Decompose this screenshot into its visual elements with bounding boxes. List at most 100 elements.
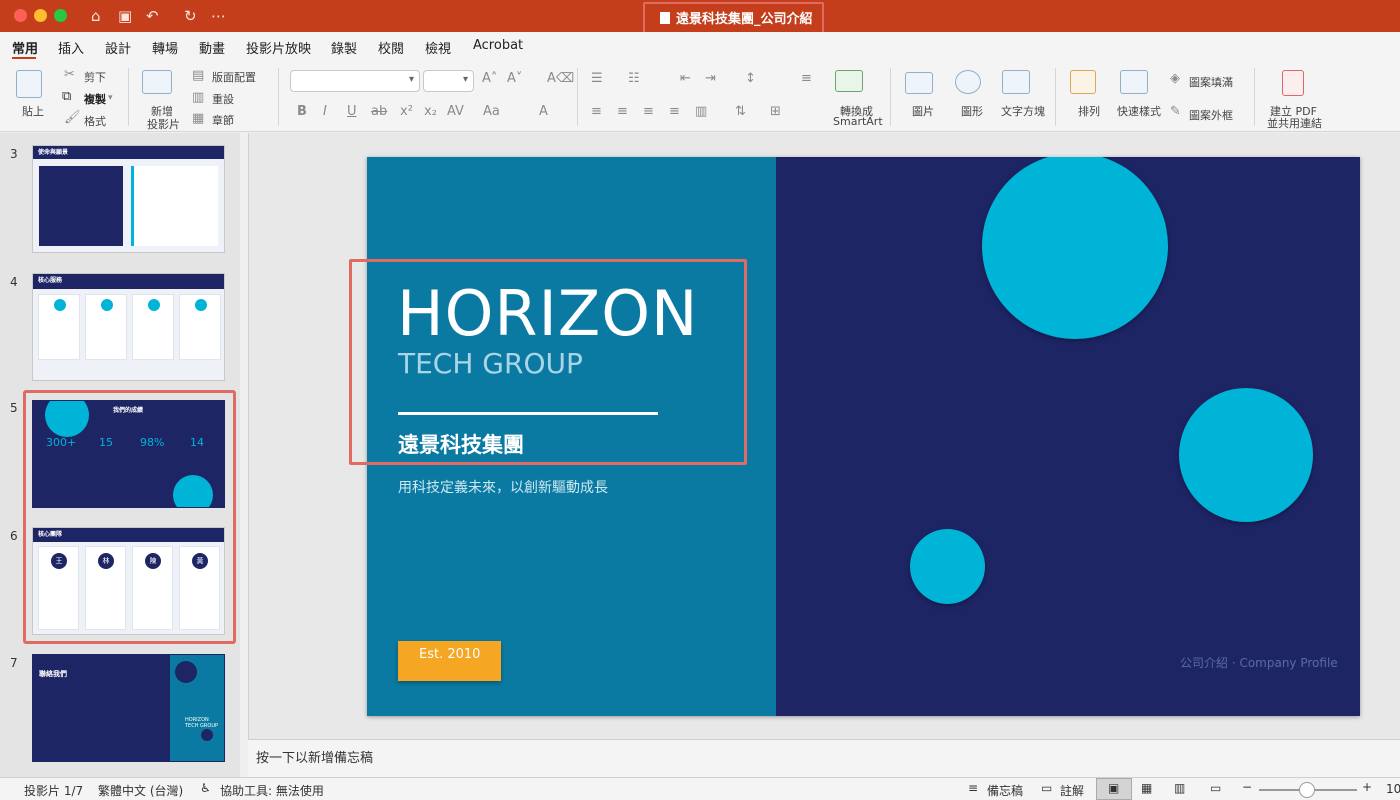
established-badge[interactable]: Est. 2010 <box>398 641 501 681</box>
close-window-button[interactable] <box>14 9 27 22</box>
zoom-slider-thumb[interactable] <box>1299 782 1315 798</box>
reset-button[interactable]: 重設 <box>212 91 234 107</box>
text-direction-icon[interactable]: ⇅ <box>735 105 746 119</box>
shape-outline-button[interactable]: 圖案外框 <box>1189 107 1233 123</box>
copy-button[interactable]: 複製 <box>84 91 106 107</box>
cut-button[interactable]: 剪下 <box>84 69 106 85</box>
decorative-circle-large[interactable] <box>982 157 1168 339</box>
strikethrough-icon[interactable]: ab <box>371 105 387 119</box>
chevron-down-icon[interactable]: ▾ <box>108 91 113 105</box>
font-size-select[interactable]: ▾ <box>423 70 474 92</box>
italic-icon[interactable]: I <box>323 105 327 119</box>
slide-thumbnail-pane[interactable]: 3 使命與願景 4 核心服務 5 我們的成績 300+ 15 98% 14 6 … <box>0 133 240 777</box>
format-painter-icon[interactable]: 🖌 <box>64 111 81 125</box>
tab-view[interactable]: 檢視 <box>425 38 451 57</box>
quick-styles-button[interactable]: 快速樣式 <box>1117 103 1161 119</box>
font-family-select[interactable]: ▾ <box>290 70 420 92</box>
numbering-icon[interactable]: ☷ <box>628 72 640 86</box>
minimize-window-button[interactable] <box>34 9 47 22</box>
language-indicator[interactable]: 繁體中文 (台灣) <box>98 782 183 799</box>
paint-bucket-icon[interactable]: ◈ <box>1170 72 1180 86</box>
bold-icon[interactable]: B <box>297 105 307 119</box>
columns-icon[interactable]: ≡ <box>801 72 812 86</box>
more-icon[interactable]: ⋯ <box>211 6 226 26</box>
tab-insert[interactable]: 插入 <box>58 38 84 57</box>
new-slide-icon[interactable] <box>142 70 172 94</box>
normal-view-button[interactable]: ▣ <box>1096 778 1132 800</box>
decrease-indent-icon[interactable]: ⇤ <box>680 72 691 86</box>
align-right-icon[interactable]: ≡ <box>643 105 654 119</box>
subscript-icon[interactable]: x₂ <box>424 105 437 119</box>
undo-icon[interactable]: ↶ <box>146 6 159 26</box>
new-slide-label-2[interactable]: 投影片 <box>147 116 180 132</box>
quick-styles-icon[interactable] <box>1120 70 1148 94</box>
slide-thumbnail-7[interactable]: 聯絡我們 HORIZON TECH GROUP <box>32 654 225 762</box>
notes-button[interactable]: 備忘稿 <box>987 782 1023 799</box>
reset-icon[interactable]: ▥ <box>192 91 204 105</box>
slideshow-icon[interactable]: ▭ <box>1210 781 1221 795</box>
bullets-icon[interactable]: ☰ <box>591 72 603 86</box>
paste-label[interactable]: 貼上 <box>22 103 44 119</box>
tab-home[interactable]: 常用 <box>12 38 38 57</box>
shape-fill-button[interactable]: 圖案填滿 <box>1189 74 1233 90</box>
layout-button[interactable]: 版面配置 <box>212 69 256 85</box>
zoom-window-button[interactable] <box>54 9 67 22</box>
underline-icon[interactable]: U <box>347 105 357 119</box>
slide-editor[interactable]: HORIZON TECH GROUP 遠景科技集團 用科技定義未來，以創新驅動成… <box>248 133 1400 739</box>
accessibility-status[interactable]: 協助工具: 無法使用 <box>220 782 324 799</box>
shapes-button[interactable]: 圖形 <box>961 103 983 119</box>
copy-icon[interactable]: ⧉ <box>62 90 71 104</box>
change-case-icon[interactable]: Aa <box>483 105 500 119</box>
decrease-font-icon[interactable]: A˅ <box>507 72 522 86</box>
zoom-out-icon[interactable]: − <box>1242 780 1252 794</box>
tab-acrobat[interactable]: Acrobat <box>473 38 523 53</box>
pdf-icon[interactable] <box>1282 70 1304 96</box>
tab-transitions[interactable]: 轉場 <box>152 38 178 57</box>
picture-icon[interactable] <box>905 72 933 94</box>
tab-record[interactable]: 錄製 <box>331 38 357 57</box>
line-spacing-icon[interactable]: ↕ <box>745 72 756 86</box>
comments-button[interactable]: 註解 <box>1060 782 1084 799</box>
distribute-icon[interactable]: ▥ <box>695 105 707 119</box>
redo-icon[interactable]: ↻ <box>184 6 197 26</box>
notes-placeholder[interactable]: 按一下以新增備忘稿 <box>256 747 373 766</box>
home-icon[interactable]: ⌂ <box>91 6 101 26</box>
arrange-button[interactable]: 排列 <box>1078 103 1100 119</box>
layout-icon[interactable]: ▤ <box>192 69 204 83</box>
zoom-in-icon[interactable]: + <box>1362 780 1372 794</box>
slide-thumbnail-3[interactable]: 使命與願景 <box>32 145 225 253</box>
section-button[interactable]: 章節 <box>212 112 234 128</box>
decorative-circle-small[interactable] <box>910 529 985 604</box>
section-icon[interactable]: ▦ <box>192 112 204 126</box>
company-profile-label[interactable]: 公司介紹 · Company Profile <box>1180 654 1338 671</box>
increase-font-icon[interactable]: A˄ <box>482 72 497 86</box>
create-pdf-label-2[interactable]: 並共用連結 <box>1267 115 1322 131</box>
character-spacing-icon[interactable]: AV <box>447 105 464 119</box>
font-color-icon[interactable]: A <box>539 105 548 119</box>
align-left-icon[interactable]: ≡ <box>591 105 602 119</box>
save-icon[interactable]: ▣ <box>118 6 132 26</box>
tab-review[interactable]: 校閱 <box>378 38 404 57</box>
comments-icon[interactable]: ▭ <box>1041 781 1052 795</box>
paste-icon[interactable] <box>16 70 42 98</box>
justify-icon[interactable]: ≡ <box>669 105 680 119</box>
shapes-icon[interactable] <box>955 70 981 94</box>
tagline[interactable]: 用科技定義未來，以創新驅動成長 <box>398 477 608 497</box>
notes-pane[interactable]: 按一下以新增備忘稿 <box>248 739 1400 777</box>
textbox-icon[interactable] <box>1002 70 1030 94</box>
tab-slideshow[interactable]: 投影片放映 <box>246 38 311 57</box>
clear-format-icon[interactable]: A⌫ <box>547 72 574 86</box>
pen-icon[interactable]: ✎ <box>1170 105 1181 119</box>
superscript-icon[interactable]: x² <box>400 105 413 119</box>
slide-thumbnail-4[interactable]: 核心服務 <box>32 273 225 381</box>
align-center-icon[interactable]: ≡ <box>617 105 628 119</box>
tab-design[interactable]: 設計 <box>105 38 131 57</box>
decorative-circle-medium[interactable] <box>1179 388 1313 522</box>
tab-animations[interactable]: 動畫 <box>199 38 225 57</box>
convert-smartart-label-2[interactable]: SmartArt <box>833 115 883 128</box>
accessibility-icon[interactable]: ♿ <box>200 781 211 795</box>
increase-indent-icon[interactable]: ⇥ <box>705 72 716 86</box>
format-painter-button[interactable]: 格式 <box>84 113 106 129</box>
reading-view-icon[interactable]: ▥ <box>1174 781 1185 795</box>
slide-sorter-icon[interactable]: ▦ <box>1141 781 1152 795</box>
